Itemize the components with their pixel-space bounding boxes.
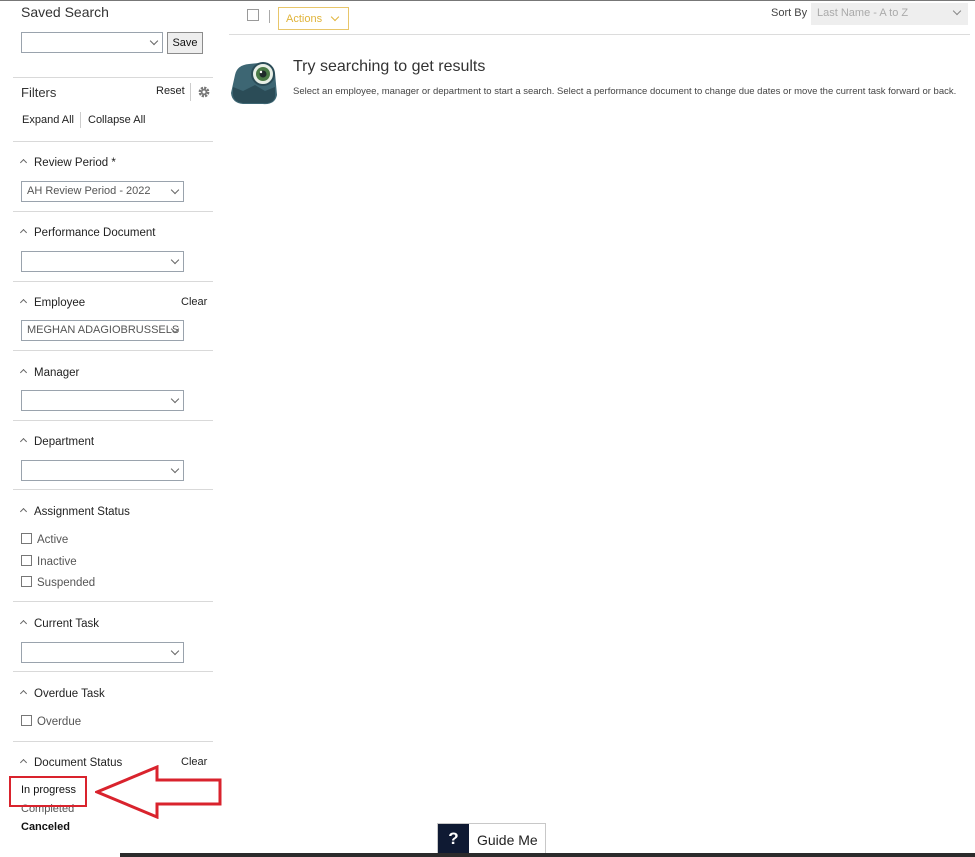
guide-me-button[interactable]: ? Guide Me bbox=[437, 823, 546, 854]
chevron-down-icon bbox=[952, 6, 962, 16]
overdue-checkbox[interactable]: Overdue bbox=[21, 715, 81, 728]
chevron-up-icon bbox=[19, 507, 28, 516]
taskbar-strip bbox=[120, 853, 975, 857]
sort-by-select[interactable]: Last Name - A to Z bbox=[811, 3, 968, 25]
expand-all-link[interactable]: Expand All bbox=[22, 114, 74, 126]
employee-select[interactable]: MEGHAN ADAGIOBRUSSELS bbox=[21, 320, 184, 341]
performance-document-header[interactable]: Performance Document bbox=[19, 227, 155, 239]
chevron-down-icon bbox=[170, 185, 180, 195]
divider bbox=[13, 601, 213, 602]
chevron-up-icon bbox=[19, 368, 28, 377]
assignment-active-checkbox[interactable]: Active bbox=[21, 533, 68, 546]
divider bbox=[13, 77, 213, 78]
divider bbox=[13, 420, 213, 421]
checkbox-icon[interactable] bbox=[21, 533, 32, 544]
divider bbox=[13, 141, 213, 142]
checkbox-icon[interactable] bbox=[21, 715, 32, 726]
checkbox-icon[interactable] bbox=[21, 555, 32, 566]
guide-me-label: Guide Me bbox=[477, 832, 538, 848]
filters-title: Filters bbox=[21, 85, 57, 100]
divider bbox=[13, 671, 213, 672]
binoculars-icon bbox=[231, 62, 277, 105]
chevron-down-icon bbox=[170, 464, 180, 474]
chevron-down-icon bbox=[170, 255, 180, 265]
department-header[interactable]: Department bbox=[19, 436, 94, 448]
divider bbox=[190, 83, 191, 101]
chevron-down-icon bbox=[149, 36, 159, 46]
chevron-down-icon bbox=[170, 646, 180, 656]
select-all-checkbox[interactable] bbox=[247, 9, 259, 21]
chevron-up-icon bbox=[19, 228, 28, 237]
manager-header[interactable]: Manager bbox=[19, 367, 79, 379]
assignment-status-header[interactable]: Assignment Status bbox=[19, 506, 130, 518]
divider bbox=[229, 34, 970, 35]
assignment-suspended-checkbox[interactable]: Suspended bbox=[21, 576, 95, 589]
assignment-inactive-checkbox[interactable]: Inactive bbox=[21, 555, 77, 568]
chevron-up-icon bbox=[19, 619, 28, 628]
divider bbox=[80, 112, 81, 128]
employee-clear-link[interactable]: Clear bbox=[181, 296, 207, 308]
gear-icon[interactable] bbox=[197, 85, 211, 99]
employee-header[interactable]: Employee bbox=[19, 297, 85, 309]
current-task-header[interactable]: Current Task bbox=[19, 618, 99, 630]
chevron-up-icon bbox=[19, 758, 28, 767]
department-select[interactable] bbox=[21, 460, 184, 481]
divider bbox=[13, 350, 213, 351]
empty-state-title: Try searching to get results bbox=[293, 58, 486, 75]
annotation-arrow-icon bbox=[95, 765, 222, 819]
save-button[interactable]: Save bbox=[167, 32, 203, 54]
chevron-up-icon bbox=[19, 437, 28, 446]
sort-by-label: Sort By bbox=[771, 7, 808, 19]
actions-button[interactable]: Actions bbox=[278, 7, 349, 30]
divider bbox=[269, 10, 270, 23]
review-period-select[interactable]: AH Review Period - 2022 bbox=[21, 181, 184, 202]
divider bbox=[13, 211, 213, 212]
manager-select[interactable] bbox=[21, 390, 184, 411]
chevron-up-icon bbox=[19, 158, 28, 167]
saved-search-select[interactable] bbox=[21, 32, 163, 53]
filter-sidebar: Saved Search Save Filters Reset Expand A… bbox=[0, 0, 215, 853]
checkbox-icon[interactable] bbox=[21, 576, 32, 587]
performance-document-select[interactable] bbox=[21, 251, 184, 272]
saved-search-title: Saved Search bbox=[21, 4, 109, 20]
chevron-down-icon bbox=[330, 12, 340, 22]
chevron-up-icon bbox=[19, 689, 28, 698]
chevron-up-icon bbox=[19, 298, 28, 307]
collapse-all-link[interactable]: Collapse All bbox=[88, 114, 145, 126]
divider bbox=[13, 741, 213, 742]
empty-state-description: Select an employee, manager or departmen… bbox=[293, 86, 957, 97]
overdue-task-header[interactable]: Overdue Task bbox=[19, 688, 105, 700]
document-status-canceled[interactable]: Canceled bbox=[21, 821, 70, 833]
divider bbox=[13, 281, 213, 282]
help-icon: ? bbox=[438, 824, 469, 854]
annotation-highlight-box bbox=[9, 776, 87, 807]
review-period-header[interactable]: Review Period * bbox=[19, 157, 116, 169]
divider bbox=[13, 489, 213, 490]
current-task-select[interactable] bbox=[21, 642, 184, 663]
reset-button[interactable]: Reset bbox=[156, 85, 185, 97]
chevron-down-icon bbox=[170, 394, 180, 404]
